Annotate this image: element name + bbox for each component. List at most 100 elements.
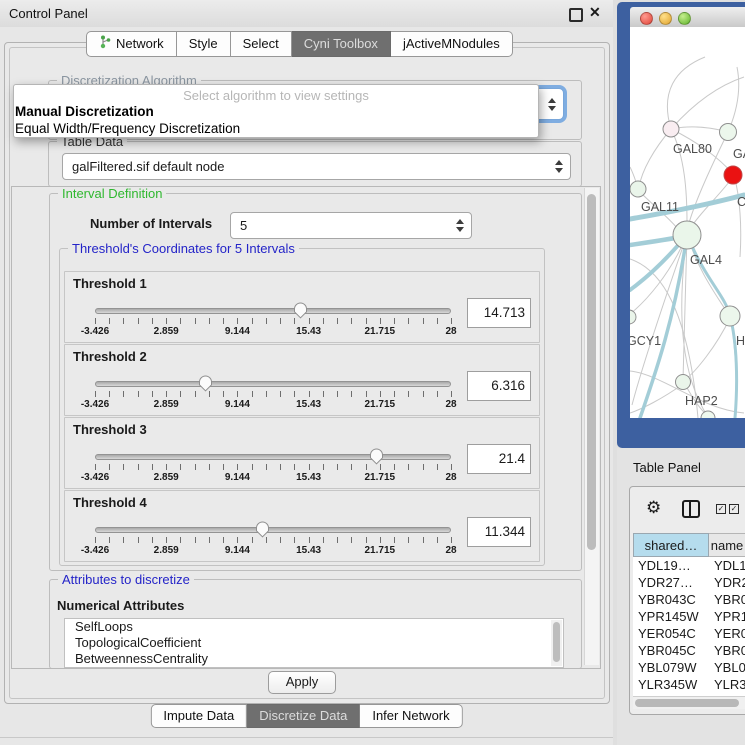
threshold-value-field[interactable]: 21.4 <box>467 444 531 474</box>
network-graph: GAL80GAGAL11CGAL4GCY1HHAP2 <box>630 27 745 418</box>
tab-impute-data[interactable]: Impute Data <box>150 704 247 728</box>
slider-track <box>95 308 451 314</box>
threshold-value-field[interactable]: 6.316 <box>467 371 531 401</box>
table-data-combobox[interactable]: galFiltered.sif default node <box>62 153 571 180</box>
float-window-icon[interactable] <box>569 8 583 22</box>
tick-mark <box>209 318 210 324</box>
table-row[interactable]: YBL079WYBL0 <box>633 659 745 676</box>
list-item[interactable]: TopologicalCoefficient <box>65 635 563 651</box>
node-h[interactable] <box>720 306 740 326</box>
gear-icon[interactable]: ⚙ <box>646 498 661 518</box>
slider-handle[interactable] <box>293 302 308 319</box>
slider-tick-labels: -3.4262.8599.14415.4321.71528 <box>95 399 451 410</box>
close-traffic-light-icon[interactable] <box>640 12 653 25</box>
tick-label: 21.715 <box>365 326 396 337</box>
tick-mark <box>223 391 224 397</box>
algorithm-placeholder-item[interactable]: Select algorithm to view settings <box>14 85 538 103</box>
tick-mark <box>323 537 324 543</box>
threshold-slider[interactable]: -3.4262.8599.14415.4321.71528 <box>95 521 451 557</box>
node-red[interactable] <box>724 166 742 184</box>
tick-mark <box>366 391 367 397</box>
tick-mark <box>280 391 281 397</box>
tick-mark <box>180 391 181 397</box>
attributes-list-scrollbar[interactable] <box>551 620 562 666</box>
node-gal4[interactable] <box>673 221 701 249</box>
tick-mark <box>380 318 381 324</box>
checkbox-icon[interactable]: ✓ <box>716 504 726 514</box>
tick-mark <box>252 464 253 470</box>
threshold-slider[interactable]: -3.4262.8599.14415.4321.71528 <box>95 448 451 484</box>
scrollbar-thumb[interactable] <box>587 194 596 550</box>
threshold-slider[interactable]: -3.4262.8599.14415.4321.71528 <box>95 375 451 411</box>
tick-mark <box>351 318 352 324</box>
table-row[interactable]: YLR345WYLR3 <box>633 676 745 693</box>
tab-label: jActiveMNodules <box>403 36 500 51</box>
tick-mark <box>95 318 96 324</box>
column-header-name[interactable]: name <box>709 533 745 557</box>
tab-cyni-toolbox[interactable]: Cyni Toolbox <box>292 31 391 57</box>
table-row[interactable]: YPR145WYPR1 <box>633 608 745 625</box>
columns-icon[interactable] <box>682 500 700 518</box>
node-pink[interactable] <box>663 121 679 137</box>
node-bottom[interactable] <box>701 411 715 418</box>
node-green-top[interactable] <box>720 124 737 141</box>
cell-shared-name: YDR27… <box>633 574 709 591</box>
threshold-slider[interactable]: -3.4262.8599.14415.4321.71528 <box>95 302 451 338</box>
network-canvas[interactable]: GAL80GAGAL11CGAL4GCY1HHAP2 <box>630 27 745 418</box>
slider-handle[interactable] <box>369 448 384 465</box>
node-label: GCY1 <box>630 334 661 348</box>
algorithm-option-equal-width-frequency-discretization[interactable]: Equal Width/Frequency Discretization <box>14 120 538 137</box>
scrollbar-thumb[interactable] <box>553 622 560 662</box>
column-header-shared[interactable]: shared… <box>633 533 709 557</box>
numerical-attributes-list[interactable]: SelfLoopsTopologicalCoefficientBetweenne… <box>64 618 564 668</box>
zoom-traffic-light-icon[interactable] <box>678 12 691 25</box>
table-row[interactable]: YBR045CYBR0 <box>633 642 745 659</box>
list-item[interactable]: BetweennessCentrality <box>65 651 563 667</box>
tab-infer-network[interactable]: Infer Network <box>360 704 462 728</box>
tab-style[interactable]: Style <box>177 31 231 57</box>
node-gcy1[interactable] <box>630 310 636 324</box>
algorithm-option-manual-discretization[interactable]: Manual Discretization <box>14 103 538 120</box>
apply-button[interactable]: Apply <box>268 671 336 694</box>
scrollbar-thumb[interactable] <box>635 699 739 707</box>
minimize-traffic-light-icon[interactable] <box>659 12 672 25</box>
tick-label: 2.859 <box>154 326 179 337</box>
cell-shared-name: YBR045C <box>633 642 709 659</box>
node-gal11[interactable] <box>630 181 646 197</box>
slider-handle[interactable] <box>198 375 213 392</box>
cell-name: YBR0 <box>709 642 745 659</box>
tick-mark <box>394 391 395 397</box>
network-edge <box>671 77 744 129</box>
tab-jactivemnodules[interactable]: jActiveMNodules <box>391 31 513 57</box>
interval-definition-group: Interval Definition Number of Intervals … <box>49 193 582 571</box>
checkbox-icon[interactable]: ✓ <box>729 504 739 514</box>
table-row[interactable]: YDL19…YDL1 <box>633 557 745 574</box>
tick-label: -3.426 <box>81 326 109 337</box>
table-row[interactable]: YBR043CYBR0 <box>633 591 745 608</box>
tick-mark <box>138 464 139 470</box>
network-edge <box>734 175 741 257</box>
network-edge <box>667 57 705 129</box>
tick-mark <box>451 464 452 470</box>
threshold-value-field[interactable]: 14.713 <box>467 298 531 328</box>
table-row[interactable]: YDR27…YDR2 <box>633 574 745 591</box>
tick-label: 28 <box>445 399 456 410</box>
tab-discretize-data[interactable]: Discretize Data <box>247 704 360 728</box>
attributes-group-title: Attributes to discretize <box>58 572 194 587</box>
node-hap2[interactable] <box>676 375 691 390</box>
slider-handle[interactable] <box>255 521 270 538</box>
table-row[interactable]: YER054CYER0 <box>633 625 745 642</box>
table-horizontal-scrollbar[interactable] <box>633 696 745 709</box>
node-table-panel: ⚙ ✓ ✓ shared…name YDL19…YDL1YDR27…YDR2YB… <box>629 486 745 715</box>
panel-vertical-scrollbar[interactable] <box>584 188 599 665</box>
close-icon[interactable]: ✕ <box>589 4 601 21</box>
list-item[interactable]: SelfLoops <box>65 619 563 635</box>
threshold-label: Threshold 2 <box>73 349 147 364</box>
tab-network[interactable]: Network <box>86 31 177 57</box>
control-panel-window: Control Panel ✕ NetworkStyleSelectCyni T… <box>0 0 613 745</box>
tick-mark <box>351 391 352 397</box>
number-of-intervals-combobox[interactable]: 5 <box>230 212 472 239</box>
tab-select[interactable]: Select <box>231 31 292 57</box>
node-label: GA <box>733 147 745 161</box>
threshold-value-field[interactable]: 11.344 <box>467 517 531 547</box>
